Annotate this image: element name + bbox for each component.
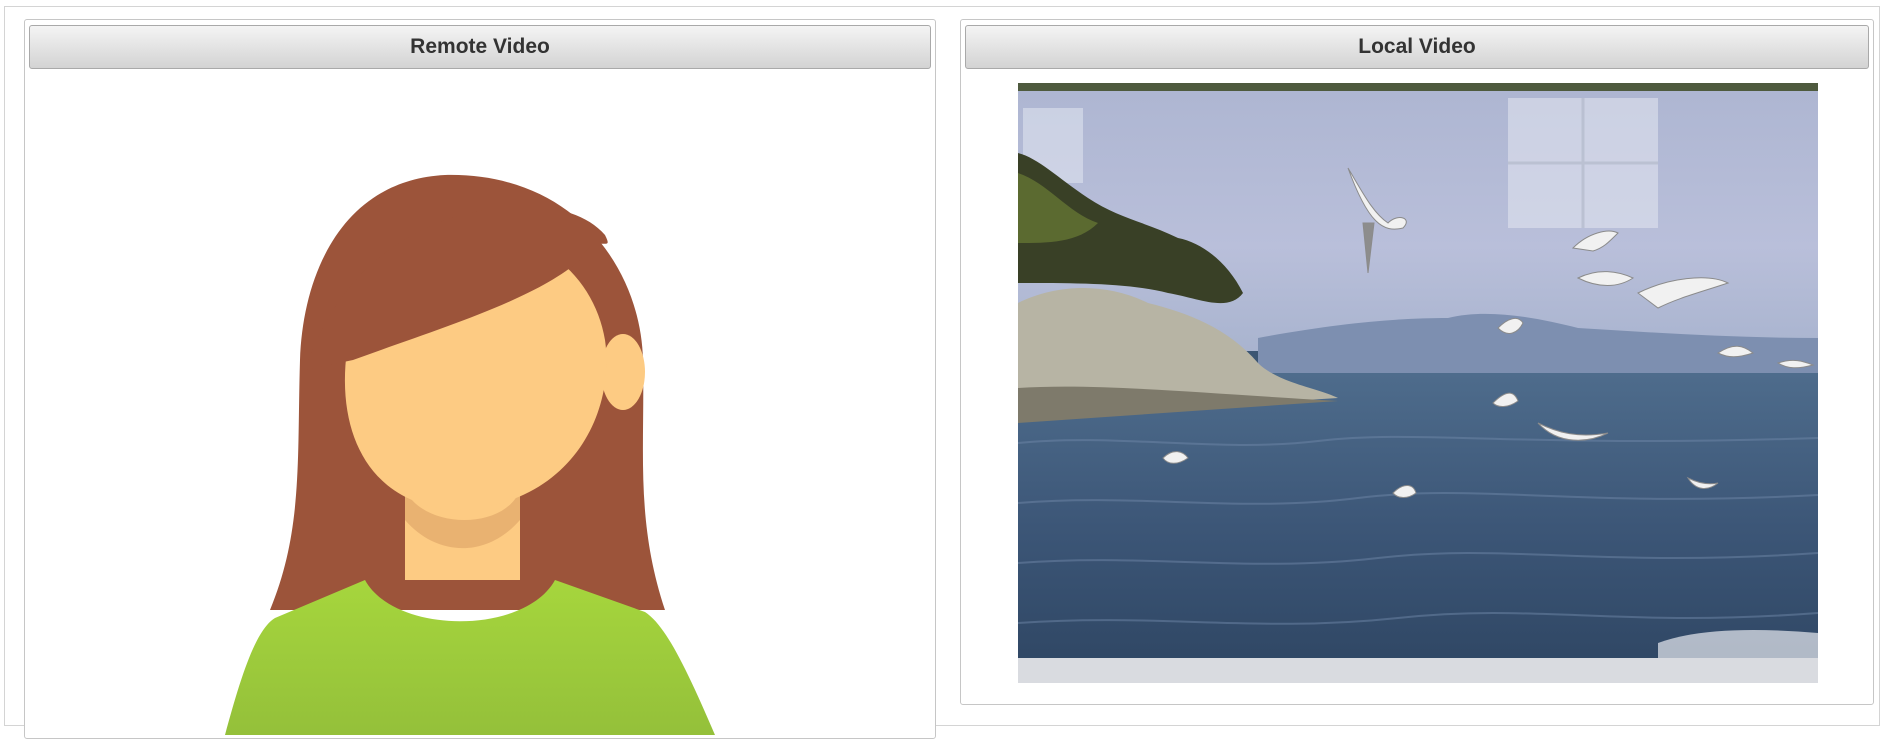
video-chat-container: Remote Video Local Video xyxy=(4,6,1880,739)
remote-video-title: Remote Video xyxy=(410,35,550,58)
local-video-feed xyxy=(1018,83,1818,683)
remote-video-header: Remote Video xyxy=(29,25,931,69)
local-video-title: Local Video xyxy=(1358,35,1476,58)
frame-bottom-edge xyxy=(1018,658,1818,683)
local-video-panel: Local Video xyxy=(960,19,1874,705)
remote-video-panel: Remote Video xyxy=(24,19,936,739)
female-avatar-icon xyxy=(175,160,795,740)
frame-top-edge xyxy=(1018,83,1818,91)
local-video-header: Local Video xyxy=(965,25,1869,69)
ear-shape xyxy=(601,334,645,410)
